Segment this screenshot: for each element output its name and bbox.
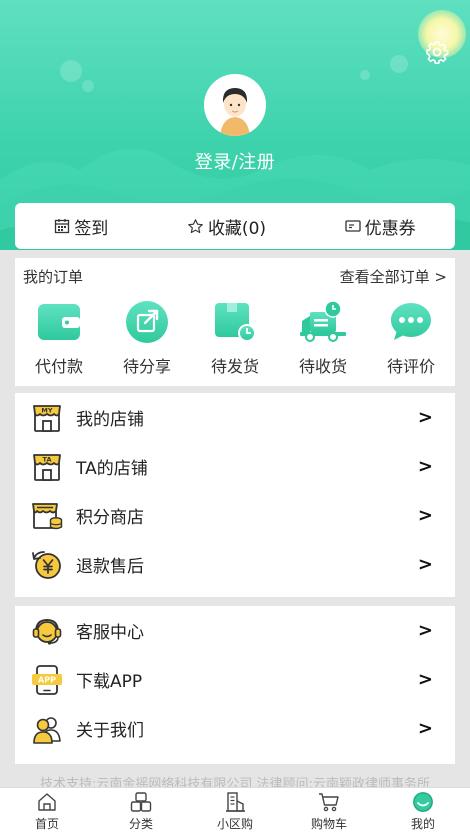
- service-menu-card: 客服中心 > APP 下载APP > 关于我们 >: [15, 606, 455, 764]
- order-label: 待分享: [122, 357, 171, 376]
- favorites-button[interactable]: 收藏(0): [187, 214, 266, 239]
- user-avatar-icon: [204, 74, 266, 136]
- refund-icon: [32, 550, 61, 579]
- category-icon: [130, 791, 152, 812]
- menu-label: 我的店铺: [76, 410, 144, 430]
- menu-item-my-store[interactable]: MY 我的店铺 >: [15, 393, 455, 442]
- bubble-decoration: [60, 60, 82, 82]
- points-store-icon: [32, 502, 63, 529]
- ta-store-badge: TA: [43, 455, 52, 463]
- chevron-right-icon: >: [417, 669, 433, 690]
- checkin-button[interactable]: 签到: [54, 214, 108, 239]
- store-menu-card: MY 我的店铺 > TA TA的店铺 > 积分商店 > 退款售后 >: [15, 393, 455, 597]
- chevron-right-icon: >: [417, 505, 433, 526]
- download-app-icon: APP: [32, 664, 62, 695]
- login-register-link[interactable]: 登录/注册: [0, 148, 470, 174]
- comment-icon: [391, 303, 431, 340]
- tab-community[interactable]: 小区购: [195, 791, 275, 832]
- wallet-icon: [38, 304, 80, 340]
- order-label: 待评价: [386, 357, 435, 376]
- profile-icon: [413, 791, 433, 812]
- order-pending-review[interactable]: 待评价: [371, 299, 451, 377]
- community-icon: [226, 791, 245, 812]
- menu-item-ta-store[interactable]: TA TA的店铺 >: [15, 442, 455, 491]
- tab-profile[interactable]: 我的: [383, 791, 463, 832]
- order-label: 待发货: [210, 357, 259, 376]
- my-orders-card: 我的订单 查看全部订单 > 代付款 待分享 待发货 待收货 待评价: [15, 258, 455, 386]
- headset-icon: [32, 618, 62, 645]
- tab-cart[interactable]: 购物车: [289, 791, 369, 832]
- favorites-label: 收藏(0): [207, 218, 267, 239]
- menu-label: 退款售后: [76, 557, 144, 577]
- menu-label: 下载APP: [76, 672, 143, 692]
- my-store-badge: MY: [41, 406, 52, 414]
- order-label: 代付款: [34, 357, 83, 376]
- menu-item-about-us[interactable]: 关于我们 >: [15, 704, 455, 753]
- star-icon: [188, 218, 203, 233]
- tab-label: 小区购: [216, 816, 253, 831]
- truck-icon: [300, 300, 346, 342]
- app-badge: APP: [38, 675, 56, 684]
- order-pending-receipt[interactable]: 待收货: [283, 299, 363, 377]
- order-label: 待收货: [298, 357, 347, 376]
- tab-label: 首页: [34, 816, 59, 831]
- menu-label: 积分商店: [76, 508, 144, 528]
- checkin-label: 签到: [74, 218, 109, 239]
- tab-label: 分类: [128, 816, 153, 831]
- coupon-icon: [345, 220, 361, 232]
- order-pending-payment[interactable]: 代付款: [19, 299, 99, 377]
- bottom-tab-bar: 首页 分类 小区购 购物车 我的: [0, 787, 470, 834]
- tab-category[interactable]: 分类: [101, 791, 181, 832]
- chevron-right-icon: >: [417, 620, 433, 641]
- my-store-icon: MY: [33, 404, 61, 432]
- bubble-decoration: [390, 55, 408, 73]
- bubble-decoration: [360, 70, 370, 80]
- menu-label: 关于我们: [76, 721, 144, 741]
- chevron-right-icon: >: [417, 456, 433, 477]
- calendar-icon: [55, 219, 70, 234]
- menu-item-customer-service[interactable]: 客服中心 >: [15, 606, 455, 655]
- tab-label: 购物车: [310, 816, 347, 831]
- order-pending-shipment[interactable]: 待发货: [195, 299, 275, 377]
- menu-label: 客服中心: [76, 623, 144, 643]
- coupons-label: 优惠券: [364, 218, 416, 239]
- menu-item-download-app[interactable]: APP 下载APP >: [15, 655, 455, 704]
- chevron-right-icon: >: [417, 718, 433, 739]
- menu-item-points-store[interactable]: 积分商店 >: [15, 491, 455, 540]
- cart-icon: [319, 792, 339, 811]
- package-icon: [215, 303, 256, 342]
- share-icon: [126, 301, 168, 343]
- home-icon: [38, 792, 56, 811]
- orders-title: 我的订单: [23, 268, 84, 286]
- avatar[interactable]: [204, 74, 266, 136]
- ta-store-icon: TA: [33, 453, 61, 481]
- settings-gear-icon[interactable]: [425, 40, 449, 64]
- chevron-right-icon: >: [417, 554, 433, 575]
- bubble-decoration: [82, 80, 94, 92]
- view-all-orders-link[interactable]: 查看全部订单 >: [340, 266, 447, 287]
- about-us-icon: [33, 716, 61, 744]
- menu-label: TA的店铺: [76, 459, 148, 479]
- tab-home[interactable]: 首页: [7, 791, 87, 832]
- tab-label: 我的: [410, 816, 435, 831]
- chevron-right-icon: >: [417, 407, 433, 428]
- coupons-button[interactable]: 优惠券: [345, 214, 416, 239]
- quick-actions-bar: 签到 收藏(0) 优惠券: [15, 203, 455, 249]
- menu-item-refund[interactable]: 退款售后 >: [15, 540, 455, 589]
- order-pending-share[interactable]: 待分享: [107, 299, 187, 377]
